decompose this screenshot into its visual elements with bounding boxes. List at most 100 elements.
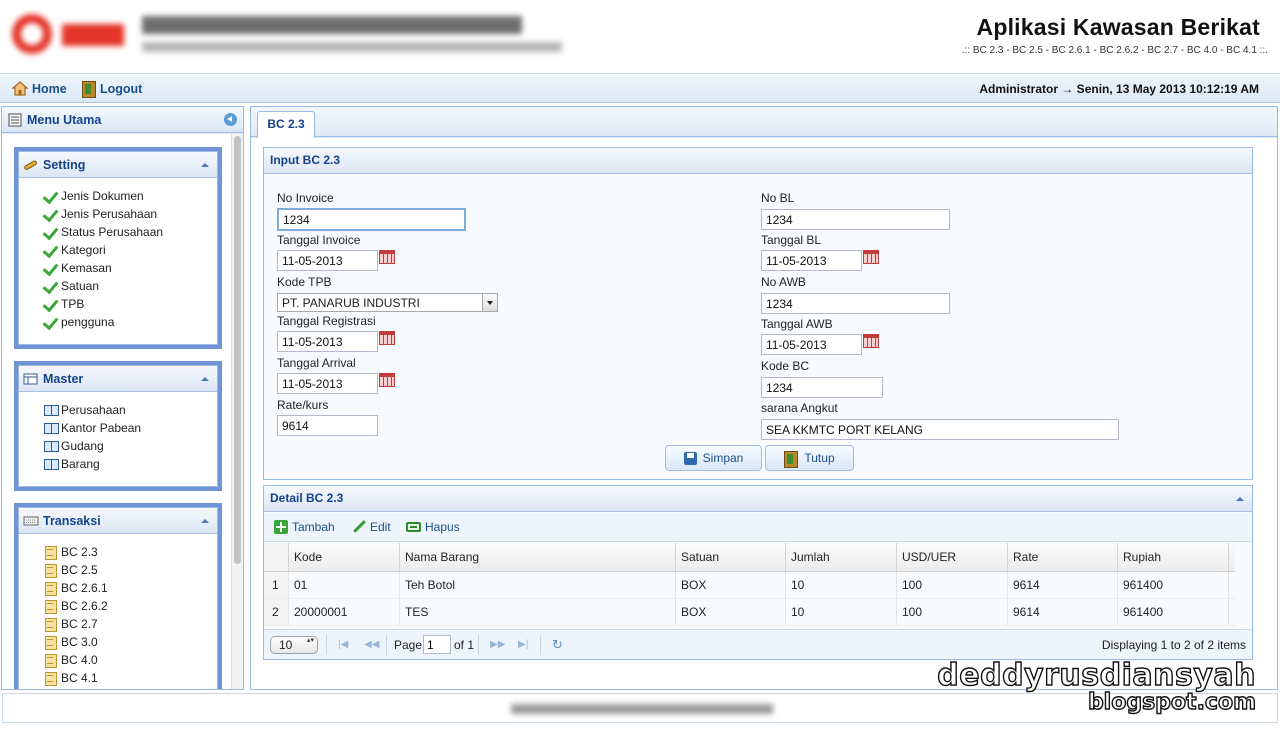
- menu-item-jenis-perusahaan[interactable]: Jenis Perusahaan: [43, 205, 217, 223]
- menu-item-gudang[interactable]: Gudang: [43, 437, 217, 455]
- column-header-rupiah[interactable]: Rupiah: [1118, 543, 1229, 571]
- calendar-icon[interactable]: [863, 334, 879, 348]
- book-icon: [43, 403, 59, 417]
- menu-item-bc-2-3[interactable]: BC 2.3: [43, 543, 217, 561]
- column-header-kode[interactable]: Kode: [289, 543, 400, 571]
- cell-jumlah: 10: [786, 572, 897, 598]
- app-title: Aplikasi Kawasan Berikat: [976, 14, 1260, 40]
- accordion-master-header[interactable]: Master: [19, 366, 217, 392]
- menu-item-tpb[interactable]: TPB: [43, 295, 217, 313]
- tanggal-bl-input[interactable]: [761, 250, 862, 271]
- menu-item-bc-2-6-1[interactable]: BC 2.6.1: [43, 579, 217, 597]
- edit-button[interactable]: Edit: [352, 520, 391, 534]
- accordion-transaksi-header[interactable]: Transaksi: [19, 508, 217, 534]
- tambah-button[interactable]: Tambah: [274, 520, 335, 534]
- tanggal-awb-input[interactable]: [761, 334, 862, 355]
- first-page-icon[interactable]: |◀: [338, 639, 348, 650]
- cell-rate: 9614: [1008, 599, 1118, 625]
- menu-item-label: Barang: [61, 457, 100, 471]
- menu-item-bc-2-6-2[interactable]: BC 2.6.2: [43, 597, 217, 615]
- next-page-icon[interactable]: ▶▶: [490, 639, 505, 650]
- no-invoice-input[interactable]: [277, 208, 466, 231]
- menu-item-kategori[interactable]: Kategori: [43, 241, 217, 259]
- wrench-icon: [24, 160, 37, 170]
- table-icon: [23, 373, 38, 384]
- page-size-select[interactable]: 10: [270, 636, 318, 654]
- exit-door-icon: [784, 450, 799, 468]
- calendar-icon[interactable]: [379, 373, 395, 387]
- calendar-icon[interactable]: [379, 250, 395, 264]
- menu-item-bc-2-7[interactable]: BC 2.7: [43, 615, 217, 633]
- menu-item-barang[interactable]: Barang: [43, 455, 217, 473]
- sarana-angkut-input[interactable]: [761, 419, 1119, 440]
- home-link[interactable]: Home: [12, 81, 67, 96]
- rate-kurs-label: Rate/kurs: [277, 398, 329, 412]
- menu-item-status-perusahaan[interactable]: Status Perusahaan: [43, 223, 217, 241]
- checkmark-icon: [43, 207, 59, 221]
- menu-item-bc-2-5[interactable]: BC 2.5: [43, 561, 217, 579]
- collapse-caret-icon[interactable]: [1236, 497, 1244, 501]
- document-icon: [43, 635, 59, 650]
- edit-label: Edit: [370, 520, 391, 534]
- hapus-button[interactable]: Hapus: [406, 520, 460, 534]
- menu-item-jenis-dokumen[interactable]: Jenis Dokumen: [43, 187, 217, 205]
- page-number-input[interactable]: [423, 635, 451, 654]
- collapse-caret-icon[interactable]: [201, 519, 209, 523]
- last-page-icon[interactable]: ▶|: [518, 639, 528, 650]
- tanggal-invoice-input[interactable]: [277, 250, 378, 271]
- menu-item-label: BC 2.3: [61, 545, 98, 559]
- menu-item-bc-4-1[interactable]: BC 4.1: [43, 669, 217, 687]
- collapse-caret-icon[interactable]: [201, 377, 209, 381]
- tanggal-awb-label: Tanggal AWB: [761, 317, 833, 331]
- menu-item-bc-4-0[interactable]: BC 4.0: [43, 651, 217, 669]
- column-header-rate[interactable]: Rate: [1008, 543, 1118, 571]
- refresh-icon[interactable]: ↻: [552, 637, 563, 653]
- row-number: 2: [264, 599, 289, 625]
- no-awb-input[interactable]: [761, 293, 950, 314]
- accordion-setting-header[interactable]: Setting: [19, 152, 217, 178]
- document-icon: [43, 671, 59, 686]
- menu-title: Menu Utama: [27, 112, 102, 127]
- tanggal-arrival-input[interactable]: [277, 373, 378, 394]
- prev-page-icon[interactable]: ◀◀: [364, 639, 379, 650]
- collapse-caret-icon[interactable]: [201, 163, 209, 167]
- menu-item-kemasan[interactable]: Kemasan: [43, 259, 217, 277]
- column-header-satuan[interactable]: Satuan: [676, 543, 786, 571]
- table-row[interactable]: 2 20000001 TES BOX 10 100 9614 961400: [264, 599, 1235, 626]
- dropdown-arrow-icon[interactable]: [482, 294, 497, 311]
- menu-scrollbar[interactable]: [231, 134, 243, 689]
- column-header-usd-uer[interactable]: USD/UER: [897, 543, 1008, 571]
- menu-item-label: Status Perusahaan: [61, 225, 164, 239]
- accordion-transaksi-title: Transaksi: [43, 513, 101, 528]
- tutup-button[interactable]: Tutup: [765, 445, 854, 471]
- no-bl-input[interactable]: [761, 209, 950, 230]
- table-row[interactable]: 1 01 Teh Botol BOX 10 100 9614 961400: [264, 572, 1235, 599]
- menu-item-bc-3-0[interactable]: BC 3.0: [43, 633, 217, 651]
- collapse-panel-icon[interactable]: [224, 113, 237, 126]
- pager-separator: [386, 635, 387, 655]
- menu-item-satuan[interactable]: Satuan: [43, 277, 217, 295]
- scrollbar-thumb[interactable]: [234, 136, 241, 564]
- tanggal-registrasi-input[interactable]: [277, 331, 378, 352]
- tab-bc-2-3[interactable]: BC 2.3: [257, 111, 315, 138]
- kode-tpb-select[interactable]: PT. PANARUB INDUSTRI: [277, 293, 498, 312]
- column-header-nama-barang[interactable]: Nama Barang: [400, 543, 676, 571]
- menu-item-kantor-pabean[interactable]: Kantor Pabean: [43, 419, 217, 437]
- simpan-button[interactable]: Simpan: [665, 445, 762, 471]
- calendar-icon[interactable]: [379, 331, 395, 345]
- kode-bc-label: Kode BC: [761, 359, 810, 373]
- menu-item-label: BC 2.7: [61, 617, 98, 631]
- footer-text-blurred: [511, 704, 773, 714]
- calendar-icon[interactable]: [863, 250, 879, 264]
- input-form-title: Input BC 2.3: [264, 148, 1252, 174]
- menu-item-perusahaan[interactable]: Perusahaan: [43, 401, 217, 419]
- pager-separator: [326, 635, 327, 655]
- menu-item-label: Satuan: [61, 279, 100, 293]
- menu-item-label: Jenis Dokumen: [61, 189, 144, 203]
- logout-link[interactable]: Logout: [82, 81, 142, 98]
- menu-item-pengguna[interactable]: pengguna: [43, 313, 217, 331]
- kode-bc-input[interactable]: [761, 377, 883, 398]
- column-header-jumlah[interactable]: Jumlah: [786, 543, 897, 571]
- rate-kurs-input[interactable]: [277, 415, 378, 436]
- document-icon: [43, 599, 59, 614]
